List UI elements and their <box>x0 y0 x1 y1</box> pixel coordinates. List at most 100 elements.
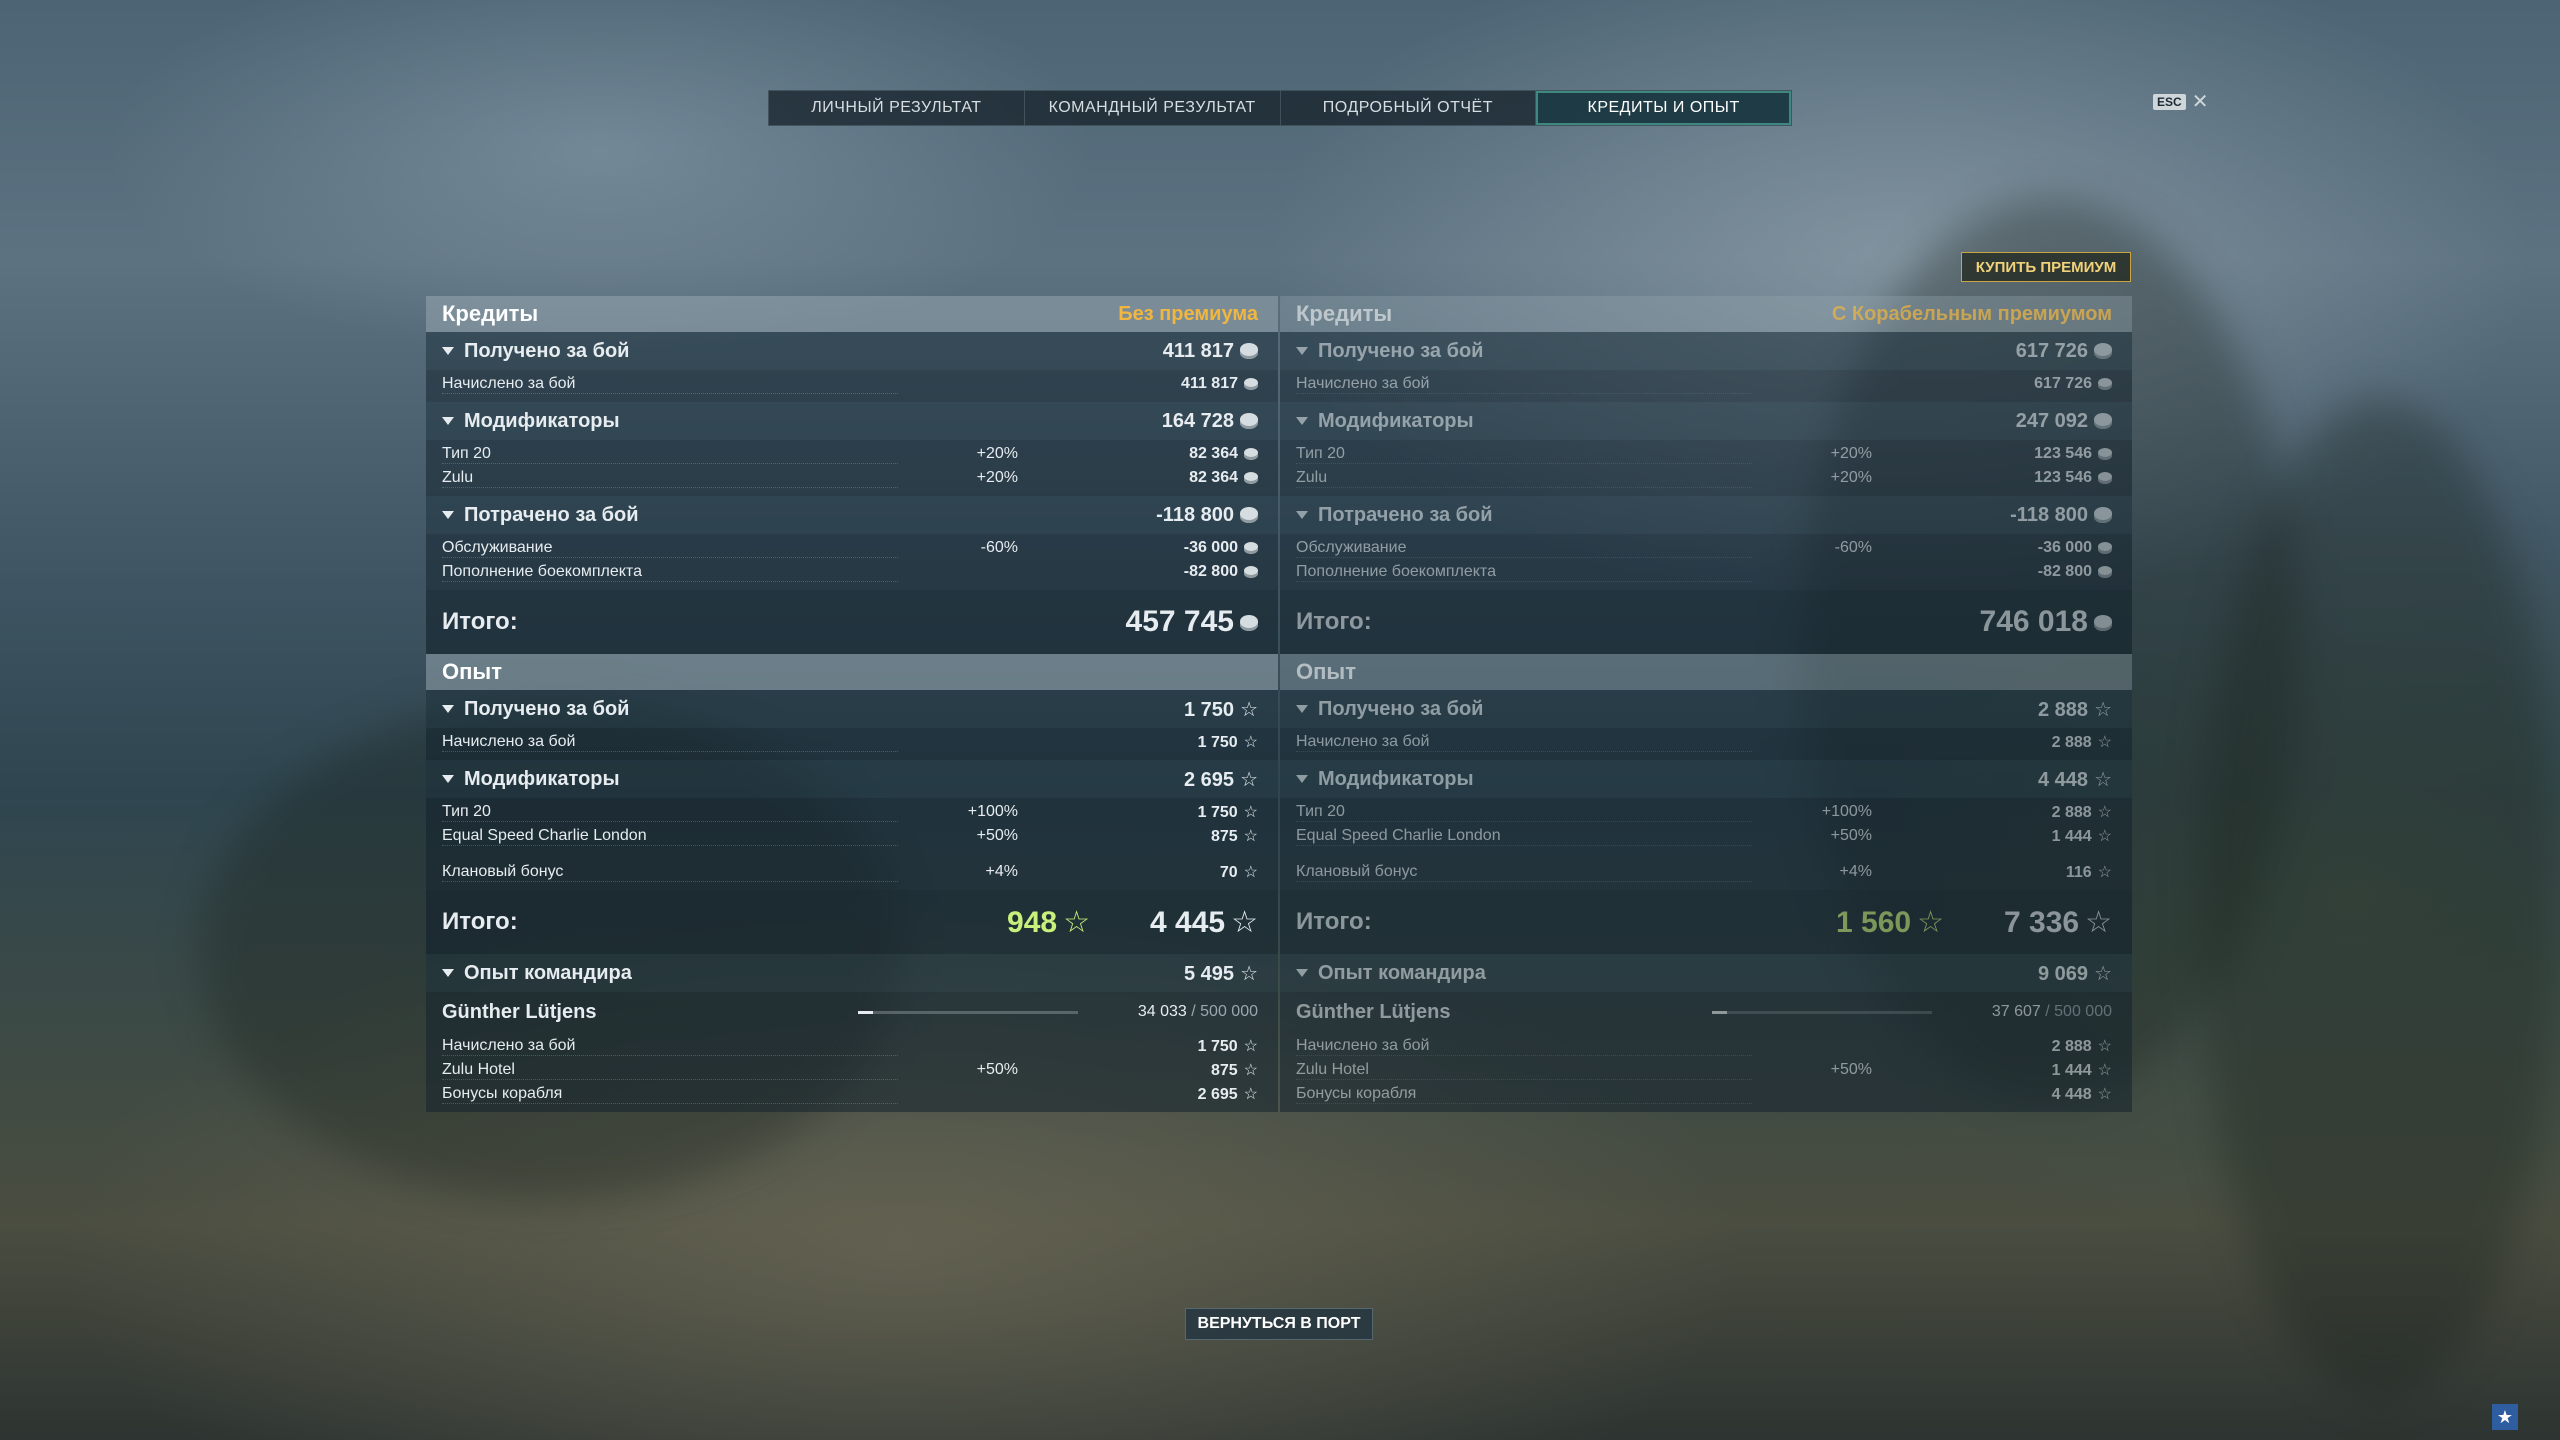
chevron-down-icon <box>1296 511 1308 519</box>
xp-header: Опыт <box>1280 654 2132 690</box>
list-item: Equal Speed Charlie London +50% 875 ☆ <box>442 826 1258 846</box>
credits-earned-group[interactable]: Получено за бой 411 817 <box>426 332 1278 370</box>
credits-icon <box>2098 377 2112 390</box>
credits-header: Кредиты С Корабельным премиумом <box>1280 296 2132 332</box>
commander-rows: Начислено за бой 1 750 ☆ Zulu Hotel +50% 875… <box>426 1032 1278 1112</box>
tab-credits-xp[interactable]: КРЕДИТЫ И ОПЫТ <box>1536 91 1791 125</box>
credits-spent-group[interactable]: Потрачено за бой -118 800 <box>426 496 1278 534</box>
close-button[interactable]: ESC ✕ <box>2153 91 2209 113</box>
esc-key-label: ESC <box>2153 94 2186 110</box>
commander-xp-group[interactable]: Опыт командира 9 069 ☆ <box>1280 954 2132 992</box>
credits-spent-rows: Обслуживание -60% -36 000 Пополнение боеко… <box>426 534 1278 590</box>
star-icon: ☆ <box>2097 828 2112 845</box>
star-icon: ☆ <box>1231 905 1258 939</box>
credits-icon <box>1240 413 1258 430</box>
star-icon: ☆ <box>2094 962 2112 985</box>
xp-modifiers-rows: Тип 20 +100% 2 888 ☆ Equal Speed Charlie Lo… <box>1280 798 2132 890</box>
tab-personal-result[interactable]: ЛИЧНЫЙ РЕЗУЛЬТАТ <box>769 91 1025 125</box>
list-item: Начислено за бой 1 750 ☆ <box>442 732 1258 752</box>
free-xp-value: 1 560 ☆ <box>1836 905 1945 939</box>
list-item: Equal Speed Charlie London +50% 1 444 ☆ <box>1296 826 2112 846</box>
credits-modifiers-rows: Тип 20 +20% 123 546 Zulu +20% 123 546 <box>1280 440 2132 496</box>
list-item: Zulu +20% 82 364 <box>426 466 1278 490</box>
list-item: Обслуживание -60% -36 000 <box>426 536 1278 560</box>
commander-xp-group[interactable]: Опыт командира 5 495 ☆ <box>426 954 1278 992</box>
xp-total: Итого: 1 560 ☆ 7 336 ☆ <box>1280 890 2132 954</box>
tab-team-result[interactable]: КОМАНДНЫЙ РЕЗУЛЬТАТ <box>1025 91 1281 125</box>
chevron-down-icon <box>1296 417 1308 425</box>
chevron-down-icon <box>442 347 454 355</box>
list-item: Начислено за бой 2 888 ☆ <box>1296 1036 2112 1056</box>
star-icon: ☆ <box>2097 1062 2112 1079</box>
commander-name: Günther Lütjens <box>1296 1000 1451 1023</box>
credits-icon <box>2098 447 2112 460</box>
star-icon: ☆ <box>1240 768 1258 791</box>
credits-icon <box>2094 413 2112 430</box>
star-icon: ☆ <box>1243 1062 1258 1079</box>
credits-icon <box>2094 343 2112 360</box>
star-icon: ☆ <box>2097 734 2112 751</box>
credits-earned-group[interactable]: Получено за бой 617 726 <box>1280 332 2132 370</box>
xp-modifiers-group[interactable]: Модификаторы 4 448 ☆ <box>1280 760 2132 798</box>
star-icon: ☆ <box>2085 905 2112 939</box>
credits-icon <box>2094 507 2112 524</box>
commander-row: Günther Lütjens 37 607 / 500 000 <box>1280 992 2132 1032</box>
credits-icon <box>1240 615 1258 632</box>
chevron-down-icon <box>1296 705 1308 713</box>
background-foliage <box>2200 400 2560 1400</box>
premium-status-badge: Без премиума <box>1118 302 1258 325</box>
star-icon: ☆ <box>2094 768 2112 791</box>
xp-modifiers-group[interactable]: Модификаторы 2 695 ☆ <box>426 760 1278 798</box>
credits-header: Кредиты Без премиума <box>426 296 1278 332</box>
chevron-down-icon <box>1296 347 1308 355</box>
credits-icon <box>1240 507 1258 524</box>
star-icon[interactable]: ★ <box>2492 1404 2518 1430</box>
list-item: Начислено за бой 617 726 <box>1280 372 2132 396</box>
close-icon: ✕ <box>2191 91 2209 113</box>
star-icon: ☆ <box>1243 804 1258 821</box>
credits-modifiers-group[interactable]: Модификаторы 247 092 <box>1280 402 2132 440</box>
credits-icon <box>2098 541 2112 554</box>
credits-icon <box>1244 565 1258 578</box>
list-item: Тип 20 +100% 1 750 ☆ <box>442 802 1258 822</box>
credits-title: Кредиты <box>1296 301 1393 326</box>
xp-modifiers-rows: Тип 20 +100% 1 750 ☆ Equal Speed Charlie Lo… <box>426 798 1278 890</box>
star-icon: ☆ <box>1917 905 1945 939</box>
star-icon: ☆ <box>1243 734 1258 751</box>
star-icon: ☆ <box>1243 828 1258 845</box>
credits-spent-group[interactable]: Потрачено за бой -118 800 <box>1280 496 2132 534</box>
panel-ship-premium: Кредиты С Корабельным премиумом Получено… <box>1280 296 2132 1140</box>
premium-status-badge: С Корабельным премиумом <box>1831 302 2112 325</box>
chevron-down-icon <box>442 511 454 519</box>
credits-icon <box>1244 541 1258 554</box>
commander-row: Günther Lütjens 34 033 / 500 000 <box>426 992 1278 1032</box>
credits-icon <box>1240 343 1258 360</box>
star-icon: ☆ <box>1243 1086 1258 1103</box>
panel-no-premium: Кредиты Без премиума Получено за бой 411… <box>426 296 1278 1140</box>
xp-earned-group[interactable]: Получено за бой 2 888 ☆ <box>1280 690 2132 728</box>
chevron-down-icon <box>442 417 454 425</box>
buy-premium-button[interactable]: КУПИТЬ ПРЕМИУМ <box>1961 252 2131 282</box>
list-item: Zulu Hotel +50% 875 ☆ <box>442 1060 1258 1080</box>
list-item: Начислено за бой 2 888 ☆ <box>1296 732 2112 752</box>
credits-modifiers-rows: Тип 20 +20% 82 364 Zulu +20% 82 364 <box>426 440 1278 496</box>
star-icon: ☆ <box>2097 864 2112 881</box>
tab-bar: ЛИЧНЫЙ РЕЗУЛЬТАТ КОМАНДНЫЙ РЕЗУЛЬТАТ ПОД… <box>768 90 1792 126</box>
list-item: Zulu +20% 123 546 <box>1280 466 2132 490</box>
star-icon: ☆ <box>1240 962 1258 985</box>
credits-modifiers-group[interactable]: Модификаторы 164 728 <box>426 402 1278 440</box>
xp-total: Итого: 948 ☆ 4 445 ☆ <box>426 890 1278 954</box>
xp-earned-rows: Начислено за бой 2 888 ☆ <box>1280 728 2132 760</box>
star-icon: ☆ <box>2097 1038 2112 1055</box>
list-item: Обслуживание -60% -36 000 <box>1280 536 2132 560</box>
xp-earned-group[interactable]: Получено за бой 1 750 ☆ <box>426 690 1278 728</box>
list-item: Пополнение боекомплекта -82 800 <box>1280 560 2132 584</box>
return-to-port-button[interactable]: ВЕРНУТЬСЯ В ПОРТ <box>1185 1308 1373 1340</box>
commander-progress-bar <box>858 1010 1078 1014</box>
credits-spent-rows: Обслуживание -60% -36 000 Пополнение боеко… <box>1280 534 2132 590</box>
tab-detailed-report[interactable]: ПОДРОБНЫЙ ОТЧЁТ <box>1281 91 1537 125</box>
credits-icon <box>1244 471 1258 484</box>
list-item: Бонусы корабля 2 695 ☆ <box>442 1084 1258 1104</box>
commander-rows: Начислено за бой 2 888 ☆ Zulu Hotel +50% 1 4… <box>1280 1032 2132 1112</box>
list-item: Начислено за бой 411 817 <box>426 372 1278 396</box>
